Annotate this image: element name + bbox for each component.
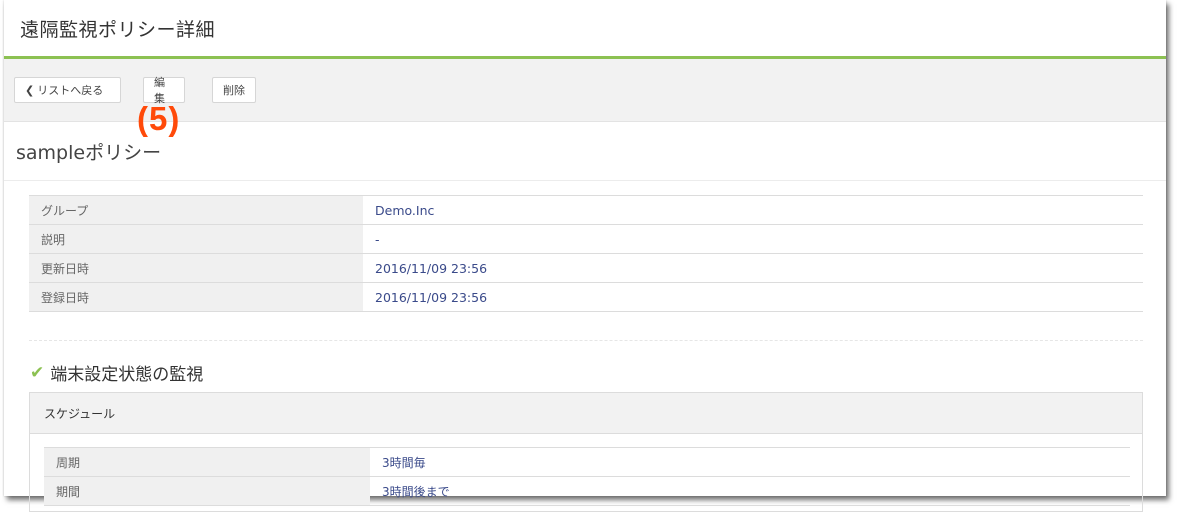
row-value: 2016/11/09 23:56: [363, 282, 1143, 312]
policy-name: sampleポリシー: [16, 141, 162, 164]
delete-button[interactable]: 削除: [212, 77, 256, 103]
group-link[interactable]: Demo.Inc: [363, 195, 1143, 225]
row-value: 2016/11/09 23:56: [363, 253, 1143, 283]
monitor-section-header: ✔ 端末設定状態の監視: [30, 360, 204, 386]
divider: [29, 340, 1143, 341]
row-key: 期間: [44, 476, 370, 506]
table-row: 登録日時 2016/11/09 23:56: [29, 282, 1143, 312]
row-key: 説明: [29, 224, 363, 254]
back-to-list-button[interactable]: ❮ リストへ戻る: [14, 77, 121, 103]
chevron-left-icon: ❮: [25, 83, 35, 97]
schedule-table: 周期 3時間毎 期間 3時間後まで: [44, 447, 1130, 506]
back-button-label: リストへ戻る: [37, 84, 104, 97]
table-row: 更新日時 2016/11/09 23:56: [29, 253, 1143, 283]
monitor-title: 端末設定状態の監視: [50, 365, 204, 385]
row-value: -: [363, 224, 1143, 254]
step-annotation: (5): [137, 100, 181, 137]
check-icon: ✔: [30, 362, 45, 383]
table-row: 説明 -: [29, 224, 1143, 254]
title-bar: 遠隔監視ポリシー詳細: [4, 0, 1166, 59]
row-key: 更新日時: [29, 253, 363, 283]
schedule-title: スケジュール: [44, 406, 116, 421]
schedule-header: スケジュール: [30, 393, 1142, 434]
row-value: 3時間毎: [370, 447, 1130, 477]
table-row: 期間 3時間後まで: [44, 476, 1130, 506]
row-key: 登録日時: [29, 282, 363, 312]
row-key: 周期: [44, 447, 370, 477]
table-row: グループ Demo.Inc: [29, 195, 1143, 225]
delete-button-label: 削除: [223, 84, 245, 97]
row-key: グループ: [29, 195, 363, 225]
row-value: 3時間後まで: [370, 476, 1130, 506]
policy-info-table: グループ Demo.Inc 説明 - 更新日時 2016/11/09 23:56…: [29, 195, 1143, 312]
schedule-panel: スケジュール 周期 3時間毎 期間 3時間後まで: [29, 392, 1143, 512]
table-row: 周期 3時間毎: [44, 447, 1130, 477]
page-title: 遠隔監視ポリシー詳細: [20, 18, 216, 41]
